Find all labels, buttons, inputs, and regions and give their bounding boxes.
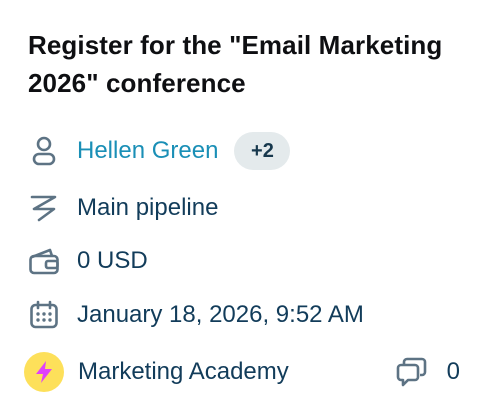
company-avatar[interactable]: [24, 352, 64, 392]
owner-name-link[interactable]: Hellen Green: [77, 137, 218, 165]
deal-card[interactable]: Register for the "Email Marketing 2026" …: [0, 0, 488, 420]
deal-amount: 0 USD: [77, 247, 148, 274]
comments-button[interactable]: 0: [396, 352, 460, 392]
pipeline-row: Main pipeline: [28, 188, 460, 228]
deal-title: Register for the "Email Marketing 2026" …: [28, 30, 443, 98]
owner-row: Hellen Green +2: [28, 131, 460, 171]
comments-icon: [396, 356, 428, 388]
pipeline-icon: [28, 192, 60, 224]
wallet-icon: [28, 245, 60, 277]
company-name[interactable]: Marketing Academy: [78, 358, 289, 386]
date-row: January 18, 2026, 9:52 AM: [28, 295, 460, 335]
company-row: Marketing Academy 0: [24, 352, 460, 392]
amount-row: 0 USD: [28, 241, 460, 281]
additional-owners-badge[interactable]: +2: [234, 132, 291, 170]
deal-date: January 18, 2026, 9:52 AM: [77, 301, 364, 328]
person-icon: [28, 135, 60, 167]
comments-count: 0: [446, 358, 460, 385]
lightning-icon: [36, 361, 52, 383]
calendar-icon: [28, 299, 60, 331]
pipeline-name: Main pipeline: [77, 194, 219, 221]
